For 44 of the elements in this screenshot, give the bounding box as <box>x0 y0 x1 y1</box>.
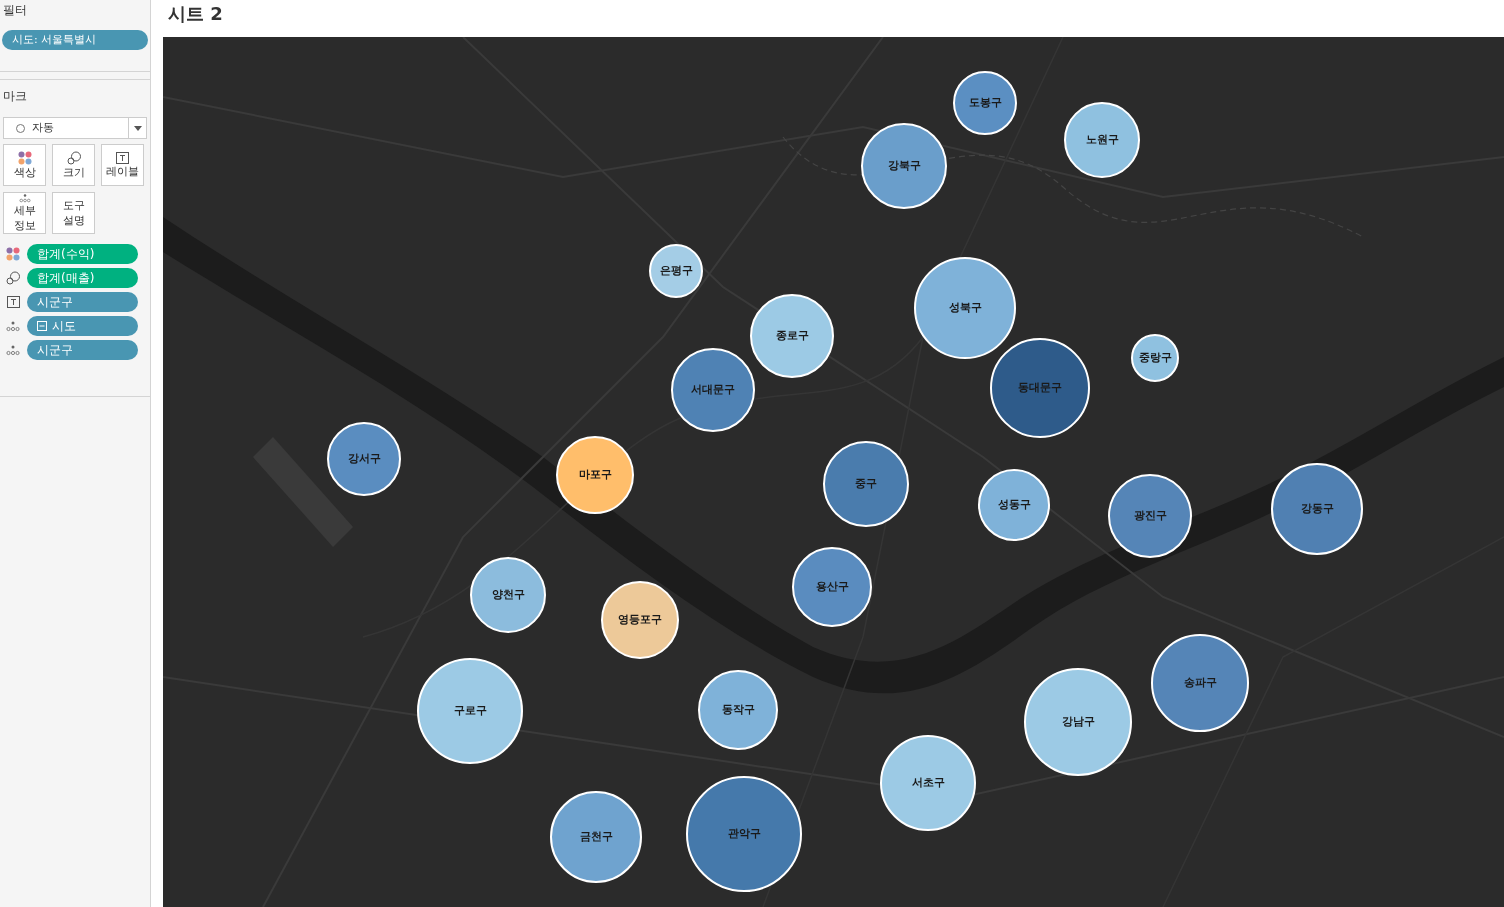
bubble-label: 용산구 <box>815 578 849 595</box>
bubble-label: 중구 <box>855 475 877 492</box>
size-circles-icon <box>6 271 20 285</box>
color-dots-icon <box>17 150 32 165</box>
bubble-label: 강동구 <box>1300 500 1334 517</box>
bubble-label: 강서구 <box>347 450 381 467</box>
text-label-icon <box>116 151 129 164</box>
mark-card-button[interactable]: 세부 정보 <box>3 192 46 234</box>
color-dots-icon <box>6 247 20 261</box>
bubble-label: 성동구 <box>997 496 1031 513</box>
section-title: 필터 <box>2 2 28 19</box>
bubble-label: 중랑구 <box>1138 349 1172 366</box>
text-label-icon <box>6 296 20 308</box>
bubble-label: 동작구 <box>721 701 755 718</box>
bubble-label: 강남구 <box>1061 713 1095 730</box>
bubble-label: 동대문구 <box>1018 379 1062 396</box>
bubble-label: 광진구 <box>1133 507 1167 524</box>
bubble-label: 마포구 <box>578 466 612 483</box>
bubble-label: 노원구 <box>1085 131 1119 148</box>
mark-type-dropdown[interactable]: 자동 <box>3 117 147 139</box>
detail-dots-icon <box>6 320 20 332</box>
collapse-icon[interactable] <box>37 321 47 331</box>
bubble-label: 도봉구 <box>968 94 1002 111</box>
bubble-label: 관악구 <box>727 825 761 842</box>
bubble-label: 은평구 <box>659 262 693 279</box>
mark-card-button[interactable]: 크기 <box>52 144 95 186</box>
bubble-label: 서초구 <box>911 774 945 791</box>
detail-dots-icon <box>17 193 32 203</box>
section-title: 마크 <box>3 88 28 105</box>
bubble-label: 송파구 <box>1183 674 1217 691</box>
bubble-label: 강북구 <box>887 157 921 174</box>
sheet-title: 시트 2 <box>167 2 224 26</box>
bubble-label: 성북구 <box>948 299 982 316</box>
bubble-label: 영등포구 <box>618 611 662 628</box>
bubble-label: 서대문구 <box>691 381 735 398</box>
bubble-label: 종로구 <box>775 327 809 344</box>
bubble-label: 금천구 <box>579 828 613 845</box>
size-circles-icon <box>66 150 81 165</box>
bubble-label: 구로구 <box>453 702 487 719</box>
mark-card-button[interactable]: 레이블 <box>101 144 144 186</box>
detail-dots-icon <box>6 344 20 356</box>
mark-card-button[interactable]: 색상 <box>3 144 46 186</box>
bubble-label: 양천구 <box>491 586 525 603</box>
mark-card-button[interactable]: 도구 설명 <box>52 192 95 234</box>
